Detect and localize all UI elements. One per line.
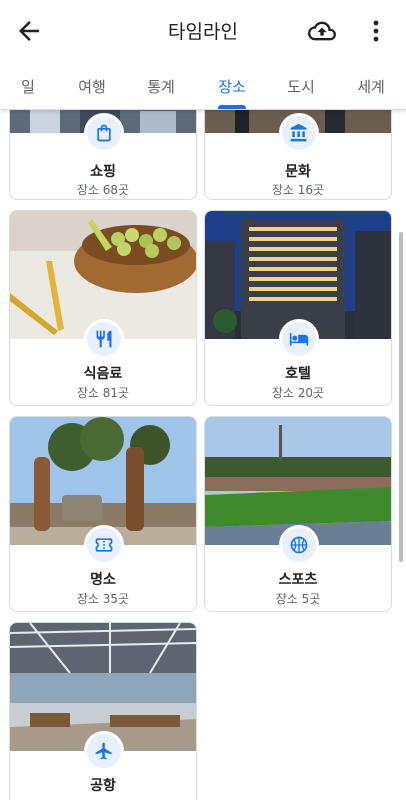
category-card-shopping[interactable]: 쇼핑 장소 68곳 — [9, 110, 197, 200]
tab-world[interactable]: 세계 — [357, 76, 385, 97]
category-name: 스포츠 — [278, 572, 318, 588]
tab-bar: 일 여행 통계 장소 도시 세계 — [0, 60, 406, 110]
page-title: 타임라인 — [168, 21, 238, 43]
category-card-hotel[interactable]: 호텔 장소 20곳 — [204, 210, 392, 406]
tab-day[interactable]: 일 — [21, 76, 35, 97]
category-count: 장소 35곳 — [76, 592, 130, 606]
upload-button[interactable] — [308, 17, 336, 45]
category-card-airport[interactable]: 공항 — [9, 622, 197, 800]
category-name: 식음료 — [83, 366, 123, 382]
category-grid[interactable]: 쇼핑 장소 68곳 문화 장소 16곳 식음료 장소 81곳 호텔 장소 20곳… — [0, 110, 406, 800]
scrollbar[interactable] — [399, 232, 403, 562]
category-name: 공항 — [90, 778, 116, 794]
airplane-icon — [84, 731, 124, 771]
category-count: 장소 20곳 — [271, 386, 325, 400]
category-count: 장소 81곳 — [76, 386, 130, 400]
category-count: 장소 68곳 — [76, 183, 130, 197]
category-name: 문화 — [285, 164, 311, 180]
active-tab-indicator — [218, 105, 246, 109]
hotel-bed-icon — [279, 319, 319, 359]
tab-stats[interactable]: 통계 — [147, 76, 175, 97]
category-name: 쇼핑 — [90, 164, 116, 180]
category-name: 명소 — [90, 572, 116, 588]
more-options-button[interactable] — [366, 17, 386, 45]
category-card-sports[interactable]: 스포츠 장소 5곳 — [204, 416, 392, 612]
category-card-culture[interactable]: 문화 장소 16곳 — [204, 110, 392, 200]
category-card-attraction[interactable]: 명소 장소 35곳 — [9, 416, 197, 612]
tab-trips[interactable]: 여행 — [78, 76, 106, 97]
tab-cities[interactable]: 도시 — [287, 76, 315, 97]
app-bar: 타임라인 — [0, 0, 406, 60]
category-card-food[interactable]: 식음료 장소 81곳 — [9, 210, 197, 406]
cloud-upload-icon — [308, 21, 336, 41]
shopping-bag-icon — [84, 113, 124, 153]
museum-icon — [279, 113, 319, 153]
tab-places[interactable]: 장소 — [218, 76, 246, 97]
ticket-icon — [84, 525, 124, 565]
category-count: 장소 16곳 — [271, 183, 325, 197]
category-name: 호텔 — [285, 366, 311, 382]
restaurant-icon — [84, 319, 124, 359]
category-count: 장소 5곳 — [275, 592, 321, 606]
basketball-icon — [279, 525, 319, 565]
more-vert-icon — [373, 20, 379, 42]
